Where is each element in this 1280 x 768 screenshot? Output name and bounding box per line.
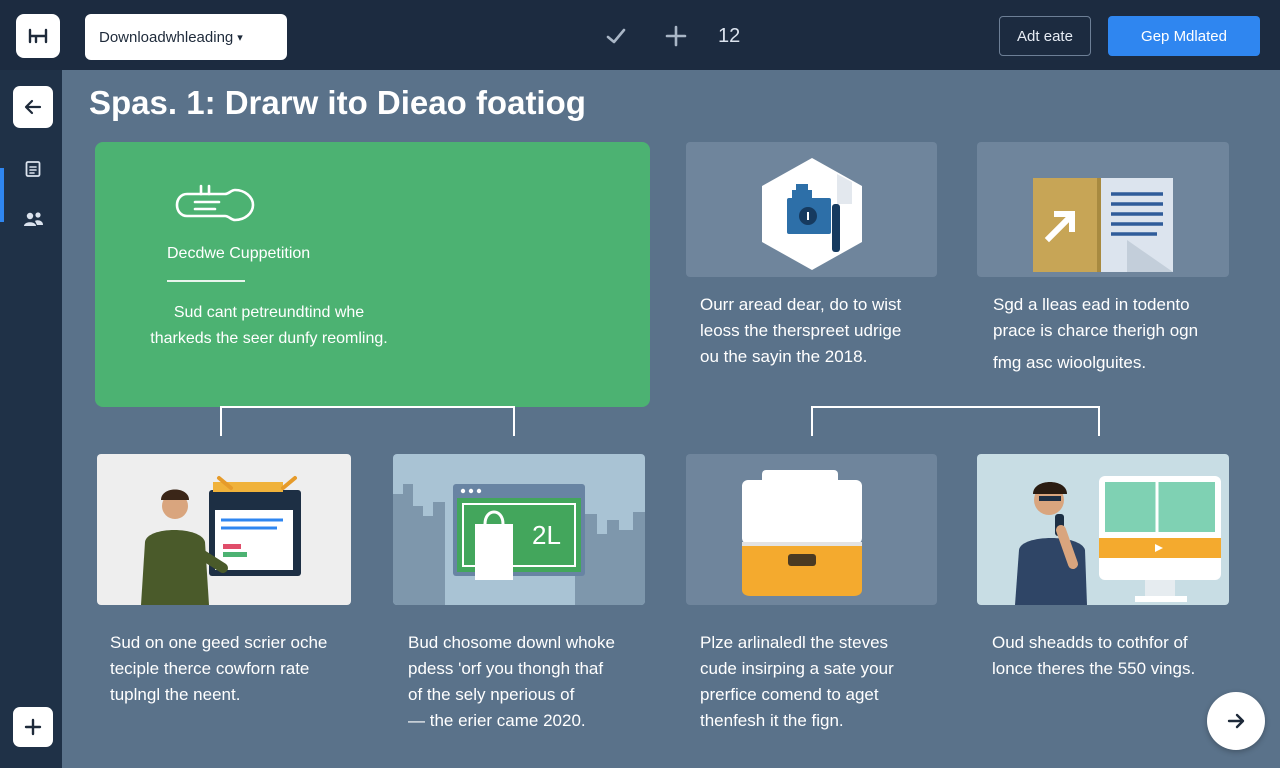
next-button[interactable] — [1207, 692, 1265, 750]
illustration-tile-city-window[interactable]: 2L — [393, 454, 645, 605]
sidebar-add-button[interactable] — [13, 707, 53, 747]
description-block-bottom-1: Sud on one geed scrier oche teciple ther… — [110, 633, 328, 704]
illustration-tile-person-phone[interactable] — [977, 454, 1229, 605]
feature-card[interactable]: Decdwe Cuppetition Sud cant petreundtind… — [95, 142, 650, 407]
feature-description: Sud cant petreundtind whe tharkeds the s… — [150, 304, 388, 347]
person-with-phone-icon — [1015, 476, 1221, 605]
sidebar-item-documents[interactable] — [16, 152, 50, 186]
check-icon — [606, 28, 626, 44]
dropdown-label: Downloadwhleading — [99, 28, 234, 46]
document-icon — [25, 161, 41, 177]
window-badge: 2L — [532, 520, 561, 550]
storage-box-icon — [742, 470, 862, 596]
illustration-tile-device[interactable] — [686, 142, 937, 277]
caret-down-icon: ▾ — [237, 31, 243, 44]
toolbar-center: 12 — [598, 18, 740, 54]
brand-logo-icon — [175, 184, 255, 222]
connector-right — [811, 406, 1100, 436]
city-window-icon — [393, 484, 645, 605]
illustration-tile-person-screen[interactable] — [97, 454, 351, 605]
sidebar — [0, 70, 62, 768]
back-button[interactable] — [13, 86, 53, 128]
check-button[interactable] — [598, 18, 634, 54]
back-arrow-icon — [24, 99, 42, 115]
secondary-button[interactable]: Adt eate — [999, 16, 1091, 56]
connector-left — [220, 406, 515, 436]
device-hexagon-icon — [762, 158, 862, 270]
users-icon — [24, 212, 43, 226]
main-content: Spas. 1: Drarw ito Dieao foatiog Decdwe … — [62, 70, 1280, 768]
primary-button[interactable]: Gep Mdlated — [1108, 16, 1260, 56]
add-button[interactable] — [658, 18, 694, 54]
top-bar: Downloadwhleading ▾ 12 Adt eate Gep Mdla… — [0, 0, 1280, 70]
view-dropdown[interactable]: Downloadwhleading ▾ — [85, 14, 287, 60]
sidebar-active-indicator — [0, 168, 4, 222]
description-block-bottom-2: Bud chosome downl whoke pdess 'orf you t… — [408, 633, 615, 730]
document-arrow-icon — [1033, 178, 1173, 272]
description-block-bottom-3: Plze arlinaledl the steves cude insirpin… — [700, 633, 894, 730]
description-block-top-2: Sgd a lleas ead in todento prace is char… — [993, 295, 1199, 372]
description-block-bottom-4: Oud sheadds to cothfor of lonce theres t… — [992, 633, 1196, 678]
logo-button[interactable] — [16, 14, 60, 58]
plus-icon — [665, 25, 687, 47]
person-with-screen-icon — [141, 476, 301, 605]
logo-icon — [28, 28, 48, 44]
illustration-tile-storage-box[interactable] — [686, 454, 937, 605]
illustration-tile-document[interactable] — [977, 142, 1229, 277]
page-title: Spas. 1: Drarw ito Dieao foatiog — [89, 84, 586, 121]
arrow-right-icon — [1227, 713, 1245, 729]
feature-label: Decdwe Cuppetition — [167, 245, 311, 262]
sidebar-item-users[interactable] — [16, 202, 50, 236]
feature-divider — [167, 280, 245, 282]
plus-icon — [24, 718, 42, 736]
toolbar-count: 12 — [718, 24, 741, 47]
description-block-top-1: Ourr aread dear, do to wist leoss the th… — [700, 295, 902, 366]
